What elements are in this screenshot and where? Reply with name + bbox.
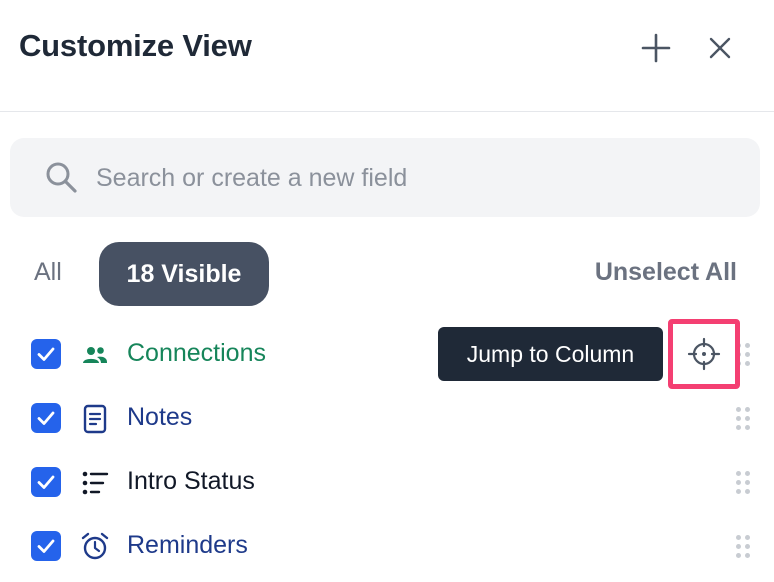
search-icon [46,162,77,193]
jump-to-column-button[interactable] [668,319,740,389]
panel-title: Customize View [19,28,252,63]
search-input[interactable] [96,156,736,200]
people-icon [80,340,110,370]
field-checkbox[interactable] [31,339,61,369]
field-row-reminders[interactable]: Reminders [0,514,774,578]
filter-visible-tab[interactable]: 18 Visible [99,242,269,306]
crosshair-icon [687,337,721,371]
field-row-notes[interactable]: Notes [0,386,774,450]
close-icon [709,37,731,59]
field-label: Reminders [127,531,248,559]
document-icon [80,404,110,434]
filter-all-tab[interactable]: All [34,258,62,287]
add-field-button[interactable] [638,30,674,66]
field-label: Intro Status [127,467,255,495]
panel-header: Customize View [0,0,774,112]
field-label: Connections [127,339,266,367]
check-icon [37,347,55,361]
field-checkbox[interactable] [31,403,61,433]
customize-view-panel: Customize View All 18 Visible Unselect A… [0,0,774,582]
search-bar [10,138,760,217]
drag-handle-icon[interactable] [736,471,752,495]
plus-icon [641,33,671,63]
check-icon [37,539,55,553]
alarm-clock-icon [80,532,110,562]
drag-handle-icon[interactable] [736,407,752,431]
close-button[interactable] [702,30,738,66]
field-label: Notes [127,403,193,431]
field-checkbox[interactable] [31,467,61,497]
check-icon [37,411,55,425]
field-checkbox[interactable] [31,531,61,561]
list-icon [80,468,110,498]
jump-to-column-tooltip: Jump to Column [438,327,663,381]
drag-handle-icon[interactable] [736,535,752,559]
field-row-intro-status[interactable]: Intro Status [0,450,774,514]
unselect-all-button[interactable]: Unselect All [595,258,737,287]
check-icon [37,475,55,489]
